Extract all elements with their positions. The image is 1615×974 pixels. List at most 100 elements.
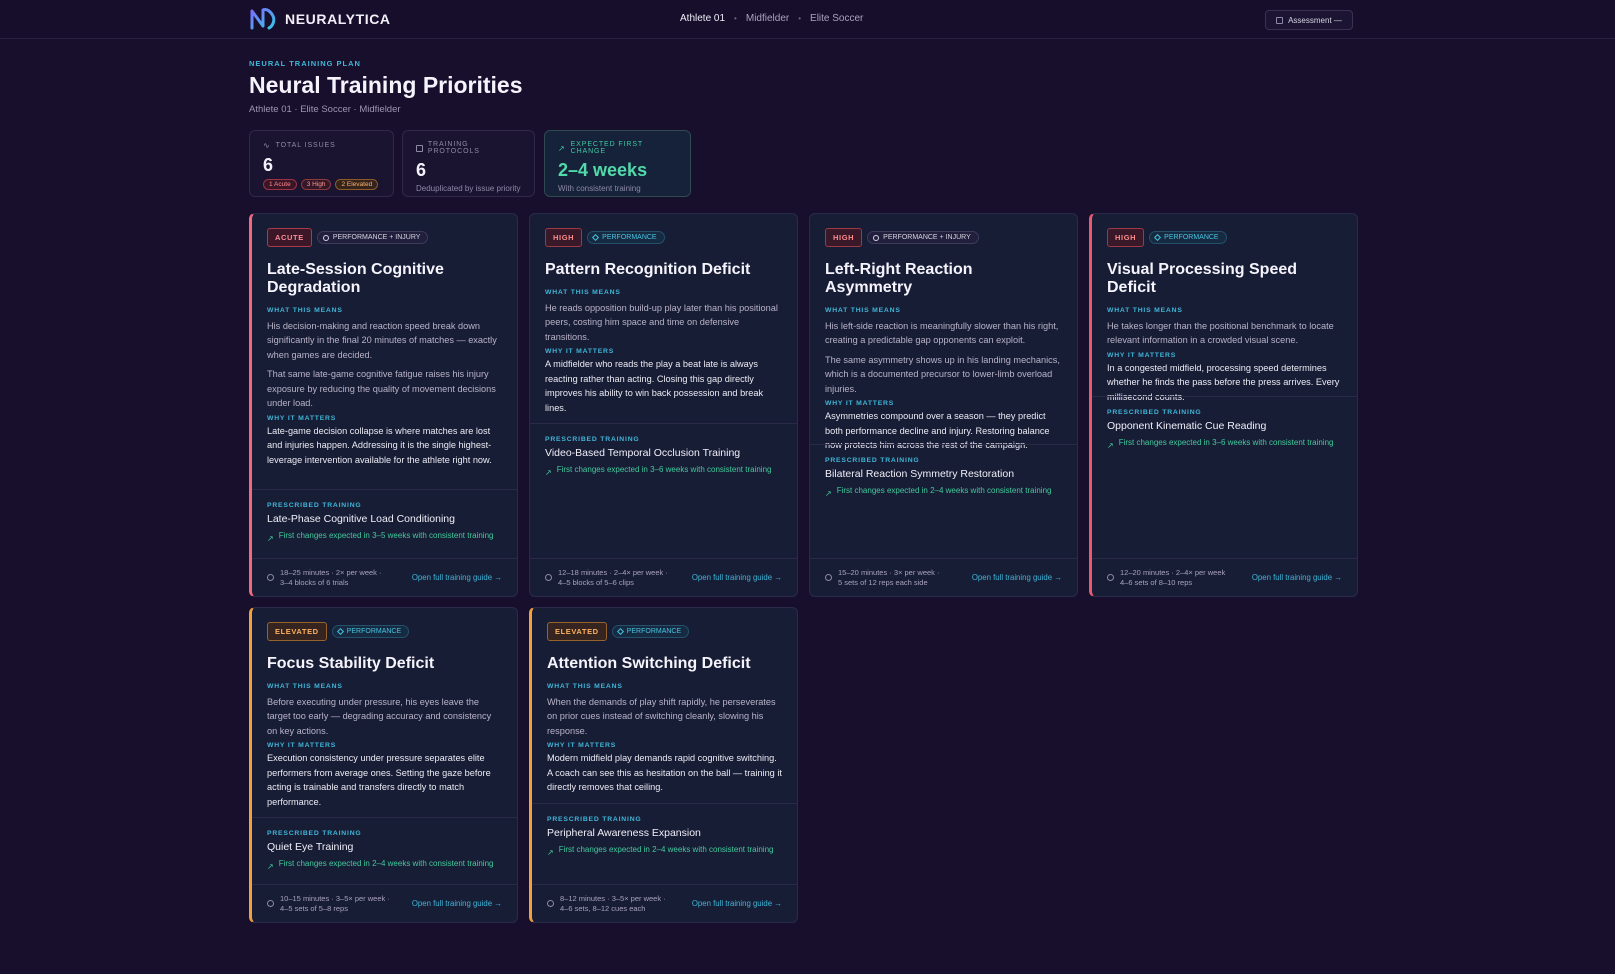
stat-note: With consistent training xyxy=(558,184,641,193)
page-title: Neural Training Priorities xyxy=(249,72,523,98)
dose-line: 12–18 minutes · 2–4× per week · xyxy=(558,568,668,577)
type-label: PERFORMANCE xyxy=(626,628,682,635)
training-guide-link[interactable]: Open full training guide → xyxy=(1252,573,1342,582)
card-footer: 18–25 minutes · 2× per week · 3–4 blocks … xyxy=(252,558,517,596)
dose-line: 10–15 minutes · 3–5× per week · xyxy=(280,894,390,903)
card-title: Visual Processing Speed Deficit xyxy=(1107,261,1298,296)
dose-line: 4–6 sets, 8–12 cues each xyxy=(560,903,646,913)
breadcrumb-position[interactable]: Midfielder xyxy=(746,13,789,24)
prescribed-training: PRESCRIBED TRAINING Bilateral Reaction S… xyxy=(810,444,1077,499)
clock-icon xyxy=(545,574,552,581)
what-text: He takes longer than the positional benc… xyxy=(1107,320,1334,346)
eta-text: First changes expected in 3–6 weeks with… xyxy=(556,465,772,474)
stat-value: 6 xyxy=(416,160,427,180)
breadcrumb-athlete[interactable]: Athlete 01 xyxy=(680,13,725,24)
stat-note: Deduplicated by issue priority xyxy=(416,184,521,193)
logo[interactable]: NEURALYTICA xyxy=(249,6,391,32)
dose-text: 18–25 minutes · 2× per week · 3–4 blocks … xyxy=(280,568,382,587)
training-guide-link[interactable]: Open full training guide → xyxy=(692,573,782,582)
prescribed-training: PRESCRIBED TRAINING Late-Phase Cognitive… xyxy=(252,489,517,544)
type-badge: PERFORMANCE xyxy=(587,231,665,244)
issue-card[interactable]: HIGH PERFORMANCE Pattern Recognition Def… xyxy=(529,213,798,597)
training-guide-link[interactable]: Open full training guide → xyxy=(692,899,782,908)
prescribed-label: PRESCRIBED TRAINING xyxy=(545,436,640,443)
card-footer: 12–20 minutes · 2–4× per week 4–6 sets of… xyxy=(1092,558,1357,596)
what-label: WHAT THIS MEANS xyxy=(545,288,621,296)
training-guide-link[interactable]: Open full training guide → xyxy=(412,573,502,582)
trending-up-icon: ↗ xyxy=(558,143,566,153)
stack-icon xyxy=(416,144,423,152)
dose-line: 4–5 blocks of 5–6 clips xyxy=(558,577,634,587)
clock-icon xyxy=(825,574,832,581)
type-badge: PERFORMANCE + INJURY xyxy=(867,231,979,244)
diamond-icon xyxy=(616,627,624,636)
prescribed-label: PRESCRIBED TRAINING xyxy=(825,457,920,464)
eta-text: First changes expected in 2–4 weeks with… xyxy=(558,845,774,854)
stat-value: 6 xyxy=(263,155,274,175)
dose-line: 12–20 minutes · 2–4× per week xyxy=(1120,568,1226,577)
training-guide-link[interactable]: Open full training guide → xyxy=(412,899,502,908)
assessment-button[interactable]: Assessment — xyxy=(1265,10,1353,30)
card-footer: 8–12 minutes · 3–5× per week · 4–6 sets, … xyxy=(532,884,797,922)
dose-text: 15–20 minutes · 3× per week · 5 sets of 1… xyxy=(838,568,940,587)
trending-up-icon: ↗ xyxy=(547,848,554,857)
dose-text: 12–18 minutes · 2–4× per week · 4–5 block… xyxy=(558,568,668,587)
what-label: WHAT THIS MEANS xyxy=(825,306,901,314)
breadcrumb-level[interactable]: Elite Soccer xyxy=(810,13,863,24)
logo-mark-icon xyxy=(250,8,276,30)
stat-first-change: ↗ EXPECTED FIRST CHANGE 2–4 weeks With co… xyxy=(544,130,691,197)
training-name: Quiet Eye Training xyxy=(267,841,354,853)
trending-up-icon: ↗ xyxy=(267,534,274,543)
why-text: Execution consistency under pressure sep… xyxy=(267,753,491,807)
what-text: Before executing under pressure, his eye… xyxy=(267,696,492,736)
dose-line: 8–12 minutes · 3–5× per week · xyxy=(560,894,666,903)
what-text: That same late-game cognitive fatigue ra… xyxy=(267,369,496,409)
trending-up-icon: ↗ xyxy=(267,862,274,871)
page-eyebrow: NEURAL TRAINING PLAN xyxy=(249,59,361,68)
prescribed-training: PRESCRIBED TRAINING Peripheral Awareness… xyxy=(532,803,797,858)
why-text: Modern midfield play demands rapid cogni… xyxy=(547,753,782,793)
dose-text: 8–12 minutes · 3–5× per week · 4–6 sets, … xyxy=(560,894,666,913)
why-label: WHY IT MATTERS xyxy=(267,414,337,422)
issue-card[interactable]: ACUTE PERFORMANCE + INJURY Late-Session … xyxy=(249,213,518,597)
stat-total-issues: ∿ TOTAL ISSUES 6 1 Acute 3 High 2 Elevate… xyxy=(249,130,394,197)
eta-text: First changes expected in 3–5 weeks with… xyxy=(278,531,494,540)
what-text: When the demands of play shift rapidly, … xyxy=(547,696,776,736)
why-label: WHY IT MATTERS xyxy=(545,348,615,356)
top-bar: NEURALYTICA Athlete 01 • Midfielder • El… xyxy=(0,0,1615,39)
why-label: WHY IT MATTERS xyxy=(825,400,895,408)
trending-up-icon: ↗ xyxy=(545,468,552,477)
type-label: PERFORMANCE xyxy=(1164,234,1219,241)
card-title: Focus Stability Deficit xyxy=(267,655,435,672)
calendar-icon xyxy=(1276,16,1284,24)
stat-protocols: TRAINING PROTOCOLS 6 Deduplicated by iss… xyxy=(402,130,535,197)
issue-card[interactable]: ELEVATED PERFORMANCE Attention Switching… xyxy=(529,607,798,923)
issue-card[interactable]: HIGH PERFORMANCE Visual Processing Speed… xyxy=(1089,213,1358,597)
prescribed-training: PRESCRIBED TRAINING Video-Based Temporal… xyxy=(530,423,797,478)
prescribed-label: PRESCRIBED TRAINING xyxy=(1107,409,1202,416)
diamond-icon xyxy=(336,627,344,636)
target-icon xyxy=(873,234,880,241)
issue-card[interactable]: ELEVATED PERFORMANCE Focus Stability Def… xyxy=(249,607,518,923)
severity-badge: ACUTE xyxy=(267,228,312,247)
type-badge: PERFORMANCE xyxy=(331,625,410,638)
issue-card[interactable]: HIGH PERFORMANCE + INJURY Left-Right Rea… xyxy=(809,213,1078,597)
clock-icon xyxy=(267,574,274,581)
trending-up-icon: ↗ xyxy=(825,489,832,498)
card-title: Left-Right Reaction Asymmetry xyxy=(825,261,973,296)
breadcrumb: Athlete 01 • Midfielder • Elite Soccer xyxy=(680,13,863,24)
eta-text: First changes expected in 2–4 weeks with… xyxy=(836,486,1052,495)
eta-text: First changes expected in 2–4 weeks with… xyxy=(278,859,494,868)
eta-text: First changes expected in 3–6 weeks with… xyxy=(1118,438,1334,447)
why-text: A midfielder who reads the play a beat l… xyxy=(545,359,764,413)
dose-line: 3–4 blocks of 6 trials xyxy=(280,577,349,587)
card-footer: 15–20 minutes · 3× per week · 5 sets of 1… xyxy=(810,558,1077,596)
why-text: Late-game decision collapse is where mat… xyxy=(267,425,492,465)
training-guide-link[interactable]: Open full training guide → xyxy=(972,573,1062,582)
breadcrumb-separator: • xyxy=(734,14,737,23)
what-text: The same asymmetry shows up in his landi… xyxy=(825,354,1060,394)
training-name: Bilateral Reaction Symmetry Restoration xyxy=(825,468,1015,480)
stat-label: TOTAL ISSUES xyxy=(275,142,336,149)
diamond-icon xyxy=(592,233,600,242)
dose-text: 10–15 minutes · 3–5× per week · 4–5 sets … xyxy=(280,894,390,913)
